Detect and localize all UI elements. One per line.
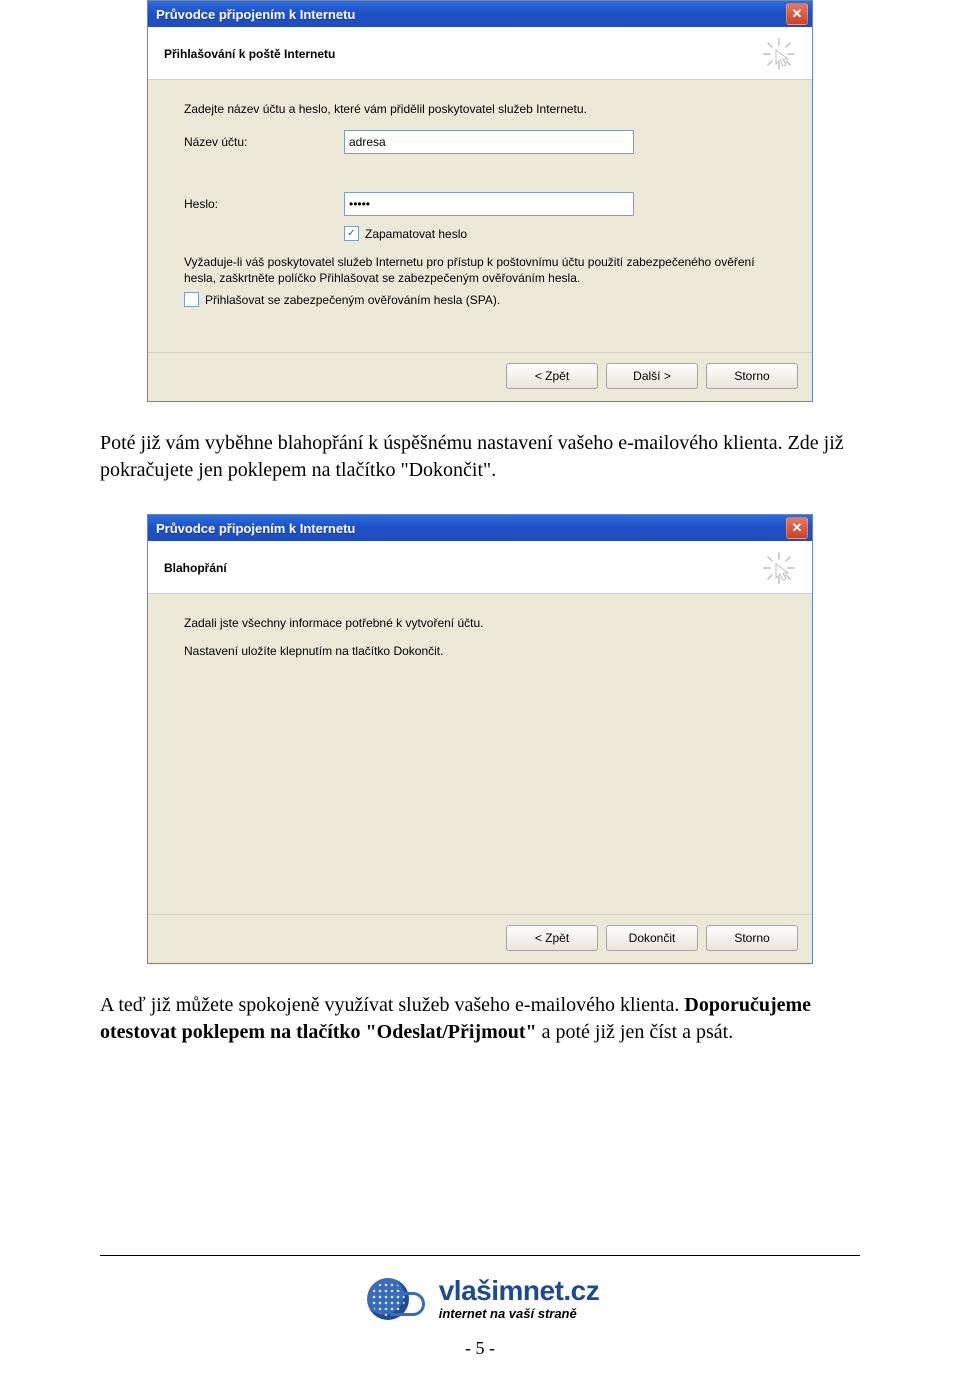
instruction-text: Zadejte název účtu a heslo, které vám př… <box>184 102 776 116</box>
wizard-subtitle: Blahopřání <box>164 561 227 575</box>
account-input[interactable] <box>344 130 634 154</box>
wizard-dialog-finish: Průvodce připojením k Internetu ✕ Blahop… <box>147 514 813 964</box>
brand-tld: .cz <box>563 1275 599 1306</box>
next-button[interactable]: Další > <box>606 363 698 389</box>
titlebar[interactable]: Průvodce připojením k Internetu ✕ <box>148 1 812 27</box>
para2-span-a: A teď již můžete spokojeně využívat služ… <box>100 994 684 1016</box>
wizard-dialog-login: Průvodce připojením k Internetu ✕ Přihla… <box>147 0 813 402</box>
remember-label: Zapamatovat heslo <box>365 227 467 241</box>
cancel-button[interactable]: Storno <box>706 363 798 389</box>
back-button[interactable]: < Zpět <box>506 925 598 951</box>
spa-row[interactable]: Přihlašovat se zabezpečeným ověřováním h… <box>184 292 776 307</box>
page-number: - 5 - <box>100 1338 860 1359</box>
close-icon[interactable]: ✕ <box>786 3 808 25</box>
wizard-body: Zadejte název účtu a heslo, které vám př… <box>148 80 812 352</box>
spa-explain-text: Vyžaduje-li váš poskytovatel služeb Inte… <box>184 255 776 286</box>
window-title: Průvodce připojením k Internetu <box>156 7 786 22</box>
brand-text: vlašimnet.cz internet na vaší straně <box>439 1277 600 1320</box>
finish-line1: Zadali jste všechny informace potřebné k… <box>184 616 776 630</box>
password-label: Heslo: <box>184 197 344 211</box>
checkbox-icon[interactable] <box>184 292 199 307</box>
finish-button[interactable]: Dokončit <box>606 925 698 951</box>
brand-logo: vlašimnet.cz internet na vaší straně <box>100 1274 860 1322</box>
spa-label: Přihlašovat se zabezpečeným ověřováním h… <box>205 293 500 307</box>
titlebar[interactable]: Průvodce připojením k Internetu ✕ <box>148 515 812 541</box>
finish-line2: Nastavení uložíte klepnutím na tlačítko … <box>184 644 776 658</box>
wizard-body: Zadali jste všechny informace potřebné k… <box>148 594 812 914</box>
doc-paragraph-2: A teď již můžete spokojeně využívat služ… <box>100 992 860 1046</box>
window-title: Průvodce připojením k Internetu <box>156 521 786 536</box>
password-row: Heslo: <box>184 192 776 216</box>
remember-row[interactable]: ✓ Zapamatovat heslo <box>344 226 776 241</box>
cursor-burst-icon <box>762 37 796 71</box>
button-row: < Zpět Dokončit Storno <box>148 914 812 963</box>
para2-span-c: a poté již jen číst a psát. <box>537 1021 734 1043</box>
page-footer: vlašimnet.cz internet na vaší straně - 5… <box>100 1255 860 1359</box>
wizard-subtitle: Přihlašování k poště Internetu <box>164 47 335 61</box>
doc-paragraph-1: Poté již vám vyběhne blahopřání k úspěšn… <box>100 430 860 484</box>
wizard-header: Blahopřání <box>148 541 812 594</box>
account-label: Název účtu: <box>184 135 344 149</box>
globe-icon <box>361 1274 425 1322</box>
cancel-button[interactable]: Storno <box>706 925 798 951</box>
footer-divider <box>100 1255 860 1256</box>
checkbox-icon[interactable]: ✓ <box>344 226 359 241</box>
account-row: Název účtu: <box>184 130 776 154</box>
back-button[interactable]: < Zpět <box>506 363 598 389</box>
brand-tagline: internet na vaší straně <box>439 1307 600 1320</box>
close-icon[interactable]: ✕ <box>786 517 808 539</box>
wizard-header: Přihlašování k poště Internetu <box>148 27 812 80</box>
button-row: < Zpět Další > Storno <box>148 352 812 401</box>
password-input[interactable] <box>344 192 634 216</box>
brand-name: vlašimnet <box>439 1275 564 1306</box>
cursor-burst-icon <box>762 551 796 585</box>
